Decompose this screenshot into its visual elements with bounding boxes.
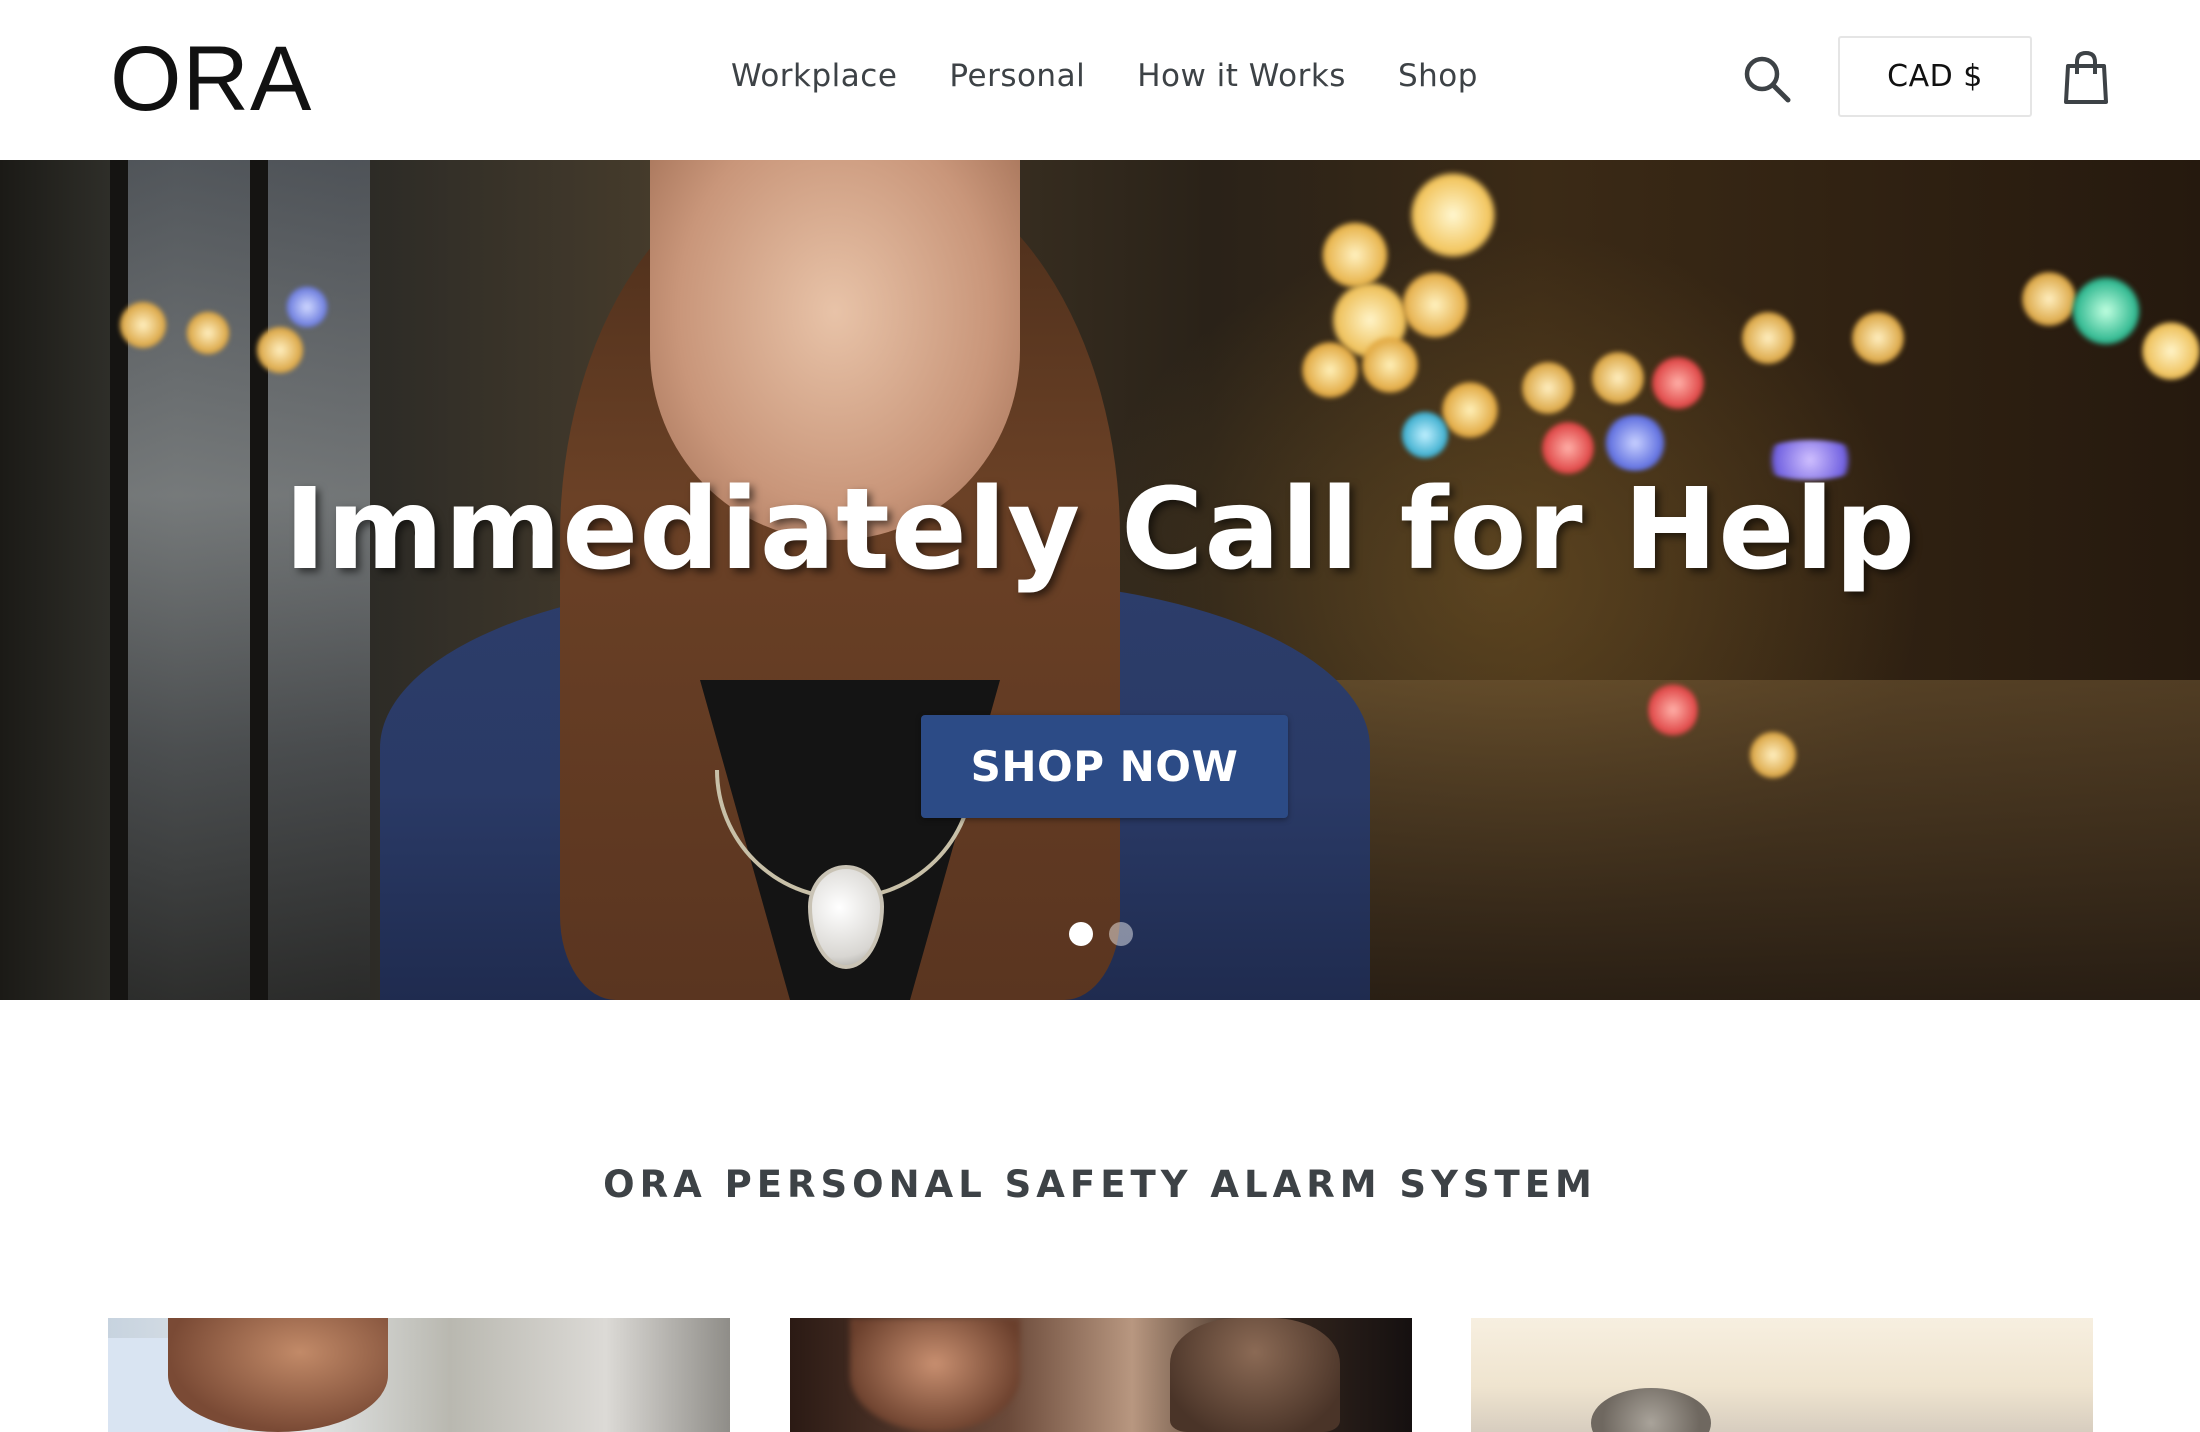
bokeh-light xyxy=(1648,680,1698,740)
hero-street xyxy=(1250,680,2200,1000)
bokeh-light xyxy=(1520,360,1576,416)
shop-now-button[interactable]: SHOP NOW xyxy=(921,715,1288,818)
site-header: ORA Workplace Personal How it Works Shop… xyxy=(0,0,2200,160)
main-nav: Workplace Personal How it Works Shop xyxy=(731,56,1478,96)
feature-card-personal[interactable] xyxy=(790,1318,1412,1432)
feature-card-senior[interactable] xyxy=(1471,1318,2093,1432)
bokeh-light xyxy=(1850,310,1906,366)
bokeh-light xyxy=(1400,270,1470,340)
bokeh-light xyxy=(1740,310,1796,366)
search-icon[interactable] xyxy=(1740,52,1796,108)
bokeh-light xyxy=(2020,270,2078,328)
bokeh-light xyxy=(2140,320,2200,382)
bokeh-light xyxy=(1400,410,1450,460)
hero-title: Immediately Call for Help xyxy=(284,465,1916,595)
bokeh-light xyxy=(2070,275,2142,347)
bokeh-light xyxy=(185,310,231,356)
slide-dot-2[interactable] xyxy=(1109,922,1133,946)
feature-cards xyxy=(108,1318,2094,1432)
bokeh-light xyxy=(1408,170,1498,260)
hero-slideshow: Immediately Call for Help SHOP NOW xyxy=(0,160,2200,1000)
bokeh-light xyxy=(1320,220,1390,290)
ora-logo[interactable]: ORA xyxy=(110,33,312,125)
nav-personal[interactable]: Personal xyxy=(949,56,1085,96)
card-image-woman xyxy=(850,1318,1020,1432)
nav-shop[interactable]: Shop xyxy=(1398,56,1478,96)
bokeh-light xyxy=(285,285,329,329)
bokeh-light xyxy=(1300,340,1360,400)
card-image-hand xyxy=(1170,1318,1340,1432)
bokeh-light xyxy=(1360,335,1420,395)
feature-card-workplace[interactable] xyxy=(108,1318,730,1432)
section-title: ORA PERSONAL SAFETY ALARM SYSTEM xyxy=(603,1163,1597,1206)
card-image-person xyxy=(1591,1388,1711,1432)
card-image-man xyxy=(168,1318,388,1432)
slide-dot-1[interactable] xyxy=(1069,922,1093,946)
currency-selector[interactable]: CAD $ xyxy=(1838,36,2032,117)
nav-workplace[interactable]: Workplace xyxy=(731,56,897,96)
bokeh-light xyxy=(1748,730,1798,780)
bokeh-light xyxy=(1590,350,1646,406)
bokeh-light xyxy=(255,325,305,375)
nav-how-it-works[interactable]: How it Works xyxy=(1137,56,1346,96)
bokeh-light xyxy=(118,300,168,350)
slideshow-dots xyxy=(1069,922,1133,946)
bokeh-light xyxy=(1650,355,1706,411)
shopping-bag-icon[interactable] xyxy=(2062,50,2110,106)
